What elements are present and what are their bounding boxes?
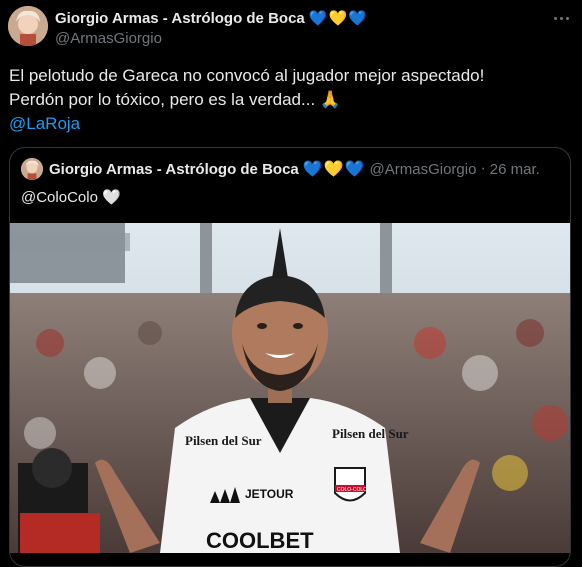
shirt-sponsor-left: Pilsen del Sur [185,433,262,448]
quoted-text: @ColoColo 🤍 [21,189,121,206]
yellow-heart-icon: 💛 [323,161,344,178]
quoted-tweet[interactable]: Giorgio Armas - Astrólogo de Boca 💙 💛 💙 … [9,147,571,567]
crest-label: COLO-COLO [337,487,367,493]
quoted-author-handle: @ArmasGiorgio [369,160,477,178]
tweet-text-line-2: Perdón por lo tóxico, pero es la verdad.… [9,90,342,109]
blue-heart-icon: 💙 [344,161,365,178]
separator-dot: · [480,160,486,177]
quoted-tweet-header: Giorgio Armas - Astrólogo de Boca 💙 💛 💙 … [21,158,540,180]
quoted-author-avatar [21,158,43,180]
quoted-date: 26 mar. [489,160,540,178]
quoted-media-image[interactable]: Pilsen del Sur Pilsen del Sur JETOUR COO… [10,223,570,553]
quoted-author-name: Giorgio Armas - Astrólogo de Boca [49,160,299,178]
blue-heart-icon: 💙 [348,9,367,27]
shirt-sponsor-right: Pilsen del Sur [332,426,409,441]
author-handle[interactable]: @ArmasGiorgio [55,30,367,47]
tweet: Giorgio Armas - Astrólogo de Boca 💙 💛 💙 … [0,0,582,567]
author-name[interactable]: Giorgio Armas - Astrólogo de Boca [55,10,305,27]
mention-link[interactable]: @LaRoja [9,114,80,133]
blue-heart-icon: 💙 [302,161,323,178]
author-block: Giorgio Armas - Astrólogo de Boca 💙 💛 💙 … [55,8,367,48]
more-options-icon[interactable] [550,10,572,26]
yellow-heart-icon: 💛 [328,9,348,27]
colo-colo-crest-icon: COLO-COLO [334,467,367,502]
blue-heart-icon: 💙 [308,9,328,27]
tweet-text: El pelotudo de Gareca no convocó al juga… [9,64,569,136]
author-avatar[interactable] [8,6,48,46]
author-heart-emojis: 💙 💛 💙 [309,11,367,26]
quoted-heart-emojis: 💙 💛 💙 [303,159,365,179]
tweet-text-line-1: El pelotudo de Gareca no convocó al juga… [9,66,485,85]
shirt-bottom-sponsor: COOLBET [206,528,314,553]
shirt-brand: JETOUR [245,487,294,501]
